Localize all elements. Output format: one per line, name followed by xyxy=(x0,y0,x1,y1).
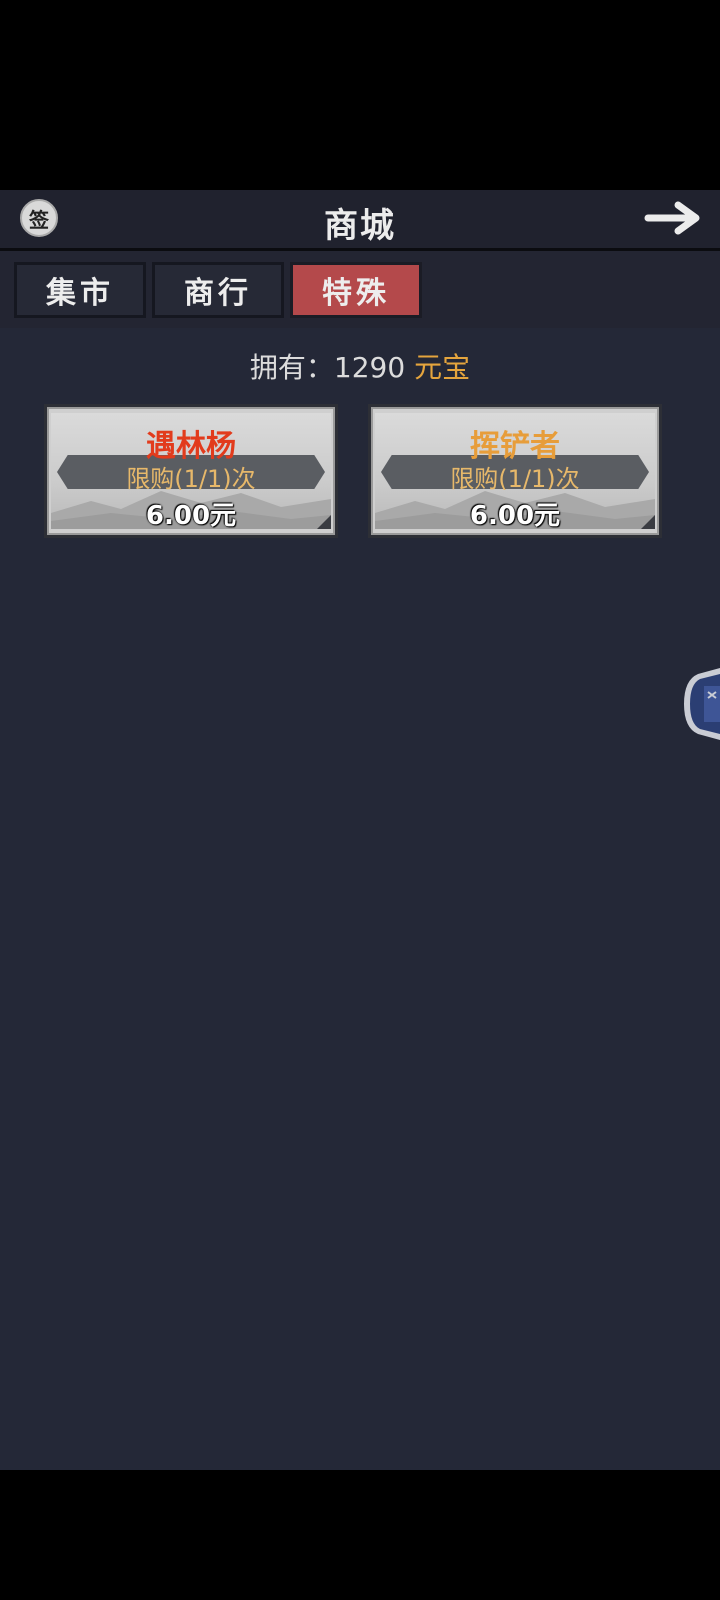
tab-label: 集市 xyxy=(46,276,114,311)
page-fold-corner xyxy=(641,515,655,529)
item-price: 6.00元 xyxy=(469,501,561,531)
item-limit: 限购(1/1)次 xyxy=(450,465,580,493)
tab-label: 商行 xyxy=(184,276,252,311)
shop-item-card[interactable]: 挥铲者 限购(1/1)次 6.00元 xyxy=(368,404,662,538)
floating-book-button[interactable] xyxy=(682,668,720,740)
item-limit: 限购(1/1)次 xyxy=(126,465,256,493)
item-price: 6.00元 xyxy=(145,501,237,531)
page-fold-corner xyxy=(317,515,331,529)
arrow-right-icon xyxy=(644,201,700,235)
header-bar: 签 商城 xyxy=(0,190,720,251)
balance-amount: 1290 xyxy=(333,351,406,384)
book-icon xyxy=(684,668,720,740)
tab-bar: 集市 商行 特殊 xyxy=(14,262,434,318)
balance-prefix: 拥有： xyxy=(249,351,334,384)
balance-currency: 元宝 xyxy=(414,351,471,384)
tab-trading-house[interactable]: 商行 xyxy=(152,262,284,318)
tab-label: 特殊 xyxy=(322,276,390,311)
tab-special[interactable]: 特殊 xyxy=(290,262,422,318)
page-title: 商城 xyxy=(324,206,396,246)
balance-line: 拥有：1290 元宝 xyxy=(0,346,720,386)
back-button[interactable] xyxy=(644,200,704,236)
shop-screen: 签 商城 集市 商行 特殊 拥有：1290 元宝 遇林杨 限购(1/1)次 6.… xyxy=(0,190,720,1470)
shop-item-card[interactable]: 遇林杨 限购(1/1)次 6.00元 xyxy=(44,404,338,538)
tab-market[interactable]: 集市 xyxy=(14,262,146,318)
shop-content: 拥有：1290 元宝 遇林杨 限购(1/1)次 6.00元 挥铲者 限购(1/1… xyxy=(0,328,720,1470)
